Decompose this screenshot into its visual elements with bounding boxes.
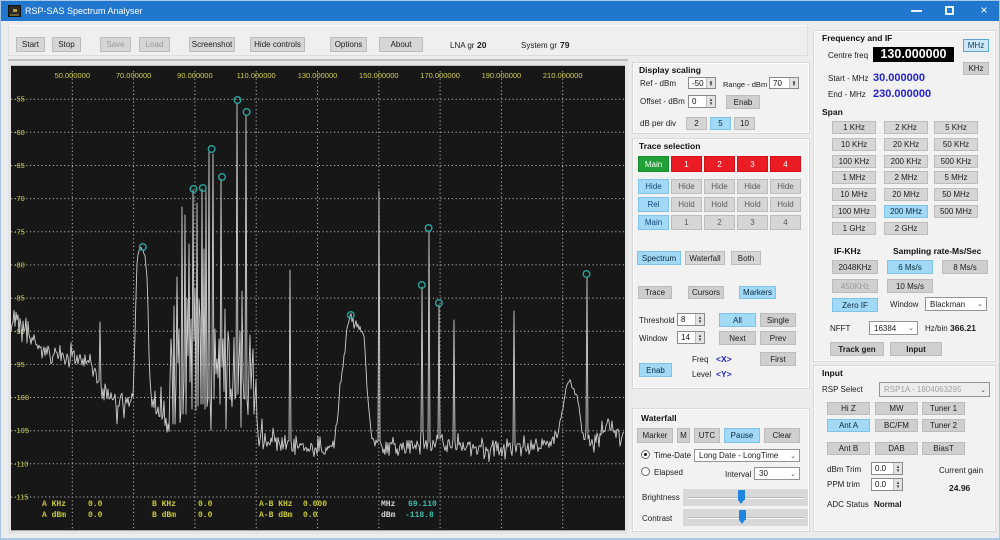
svg-text:-85: -85 bbox=[14, 294, 25, 303]
svg-text:-105: -105 bbox=[14, 426, 29, 435]
svg-text:dBm: dBm bbox=[381, 511, 396, 520]
svg-text:B dBm: B dBm bbox=[152, 511, 176, 520]
svg-text:150.000000: 150.000000 bbox=[359, 71, 399, 80]
svg-text:0.000: 0.000 bbox=[303, 500, 327, 509]
svg-text:MHz: MHz bbox=[381, 500, 396, 509]
svg-text:A dBm: A dBm bbox=[42, 511, 66, 520]
svg-text:-65: -65 bbox=[14, 161, 25, 170]
svg-text:-115: -115 bbox=[14, 493, 28, 502]
svg-text:-75: -75 bbox=[14, 227, 25, 236]
svg-text:110.000000: 110.000000 bbox=[237, 71, 276, 80]
svg-text:A-B dBm: A-B dBm bbox=[259, 511, 293, 520]
svg-text:0.0: 0.0 bbox=[198, 500, 213, 509]
svg-text:50.000000: 50.000000 bbox=[55, 71, 90, 80]
svg-text:0.0: 0.0 bbox=[88, 500, 103, 509]
svg-text:-110: -110 bbox=[14, 459, 28, 468]
svg-text:A-B KHz: A-B KHz bbox=[259, 500, 293, 509]
svg-text:0.0: 0.0 bbox=[88, 511, 103, 520]
svg-text:90.000000: 90.000000 bbox=[177, 71, 212, 80]
svg-text:-80: -80 bbox=[14, 260, 25, 269]
svg-text:-100: -100 bbox=[14, 393, 29, 402]
svg-text:A KHz: A KHz bbox=[42, 500, 66, 509]
svg-text:210.000000: 210.000000 bbox=[543, 71, 583, 80]
svg-text:69.110: 69.110 bbox=[408, 500, 437, 509]
svg-text:130.000000: 130.000000 bbox=[298, 71, 338, 80]
svg-text:-95: -95 bbox=[14, 360, 25, 369]
svg-text:0.0: 0.0 bbox=[198, 511, 213, 520]
svg-text:190.000000: 190.000000 bbox=[482, 71, 522, 80]
svg-text:70.000000: 70.000000 bbox=[116, 71, 151, 80]
svg-text:-60: -60 bbox=[14, 128, 25, 137]
svg-text:-118.8: -118.8 bbox=[405, 511, 434, 520]
svg-text:B KHz: B KHz bbox=[152, 500, 176, 509]
svg-text:-70: -70 bbox=[14, 194, 25, 203]
svg-text:0.0: 0.0 bbox=[303, 511, 318, 520]
svg-text:-55: -55 bbox=[14, 95, 25, 104]
svg-text:170.000000: 170.000000 bbox=[420, 71, 460, 80]
